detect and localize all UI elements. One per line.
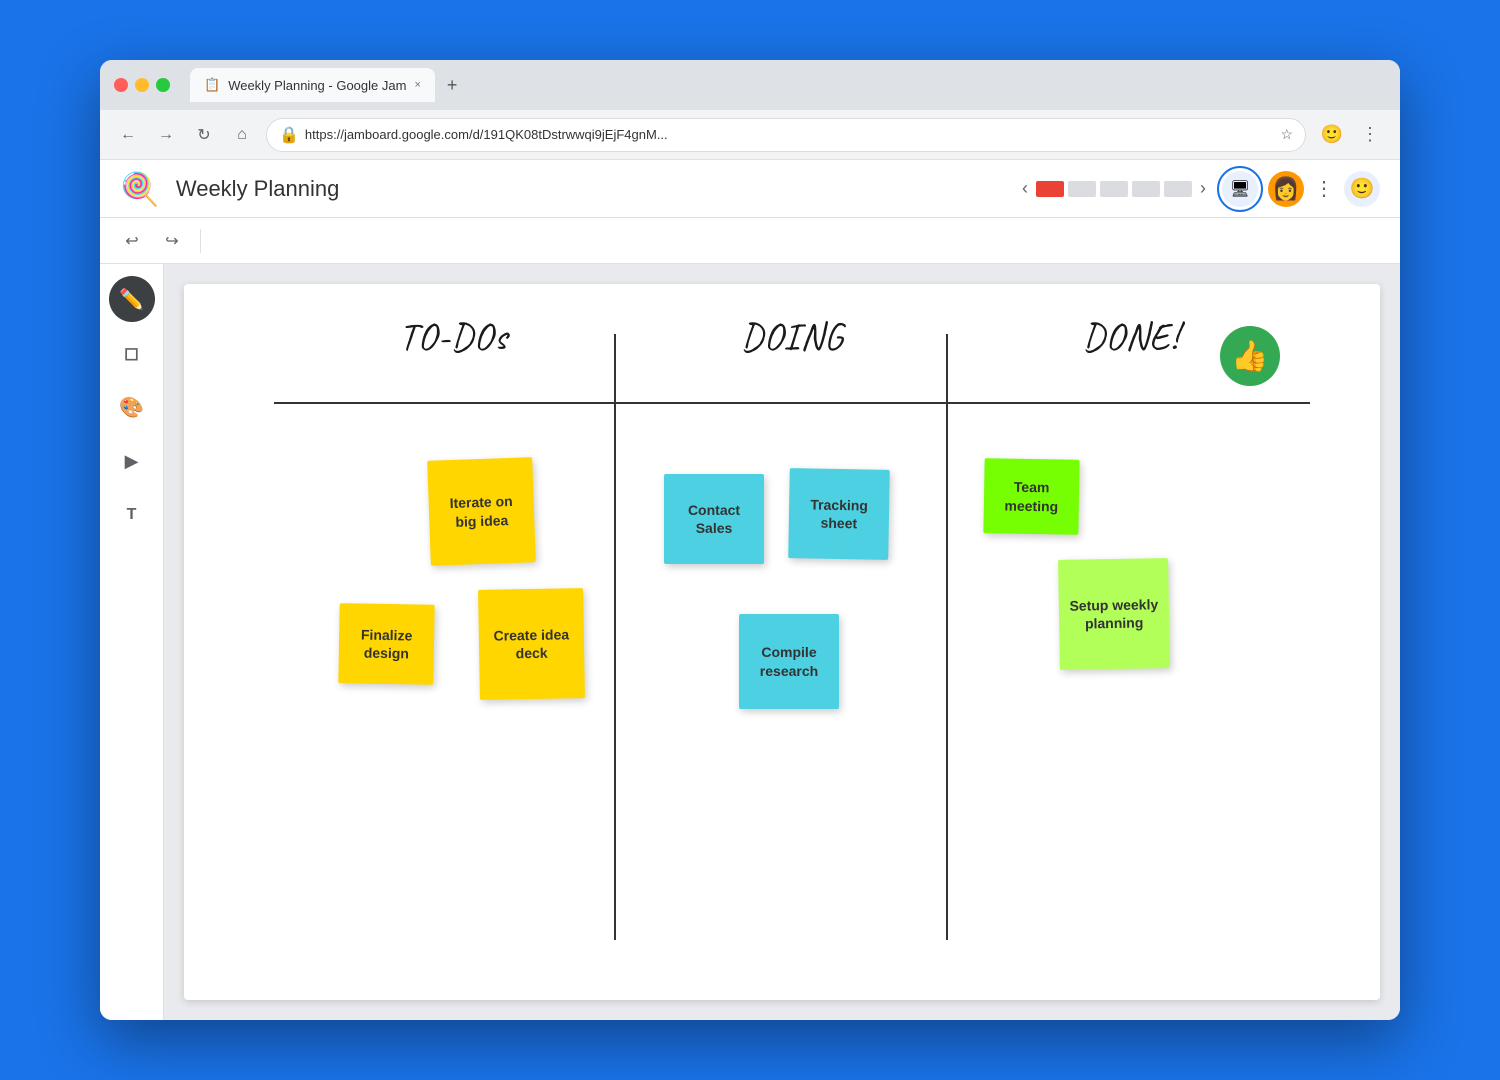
active-tab[interactable]: 📋 Weekly Planning - Google Jam ×	[190, 68, 435, 102]
vertical-divider-1	[614, 334, 616, 940]
left-toolbox: ✏️ ◻ 🎨 ▶ T	[100, 264, 164, 1020]
new-tab-button[interactable]: +	[439, 71, 466, 100]
eraser-tool-button[interactable]: ◻	[109, 330, 155, 376]
text-icon: T	[127, 506, 137, 524]
url-text: https://jamboard.google.com/d/191QK08tDs…	[305, 127, 668, 142]
app-header: 🍭 Weekly Planning ‹ › 🖥 👩 ⋮ 🙂	[100, 160, 1400, 218]
forward-button[interactable]: →	[152, 121, 180, 149]
app-logo: 🍭	[120, 170, 160, 208]
slide-dots	[1036, 181, 1192, 197]
presenter-button[interactable]: 🖥	[1222, 171, 1258, 207]
sticky-finalize[interactable]: Finalize design	[338, 603, 434, 685]
profile-button[interactable]: 🙂	[1316, 119, 1348, 151]
sticky-iterate[interactable]: Iterate on big idea	[427, 457, 536, 566]
prev-slide-button[interactable]: ‹	[1022, 178, 1028, 199]
maximize-window-button[interactable]	[156, 78, 170, 92]
doing-column-header: DOING	[623, 314, 962, 361]
sticky-contact[interactable]: Contact Sales	[664, 474, 764, 564]
undo-icon: ↩	[125, 231, 138, 251]
tab-close-button[interactable]: ×	[414, 79, 420, 91]
toolbar-divider	[200, 229, 201, 253]
slide-dot-1[interactable]	[1036, 181, 1064, 197]
slide-dot-4[interactable]	[1132, 181, 1160, 197]
reload-button[interactable]: ↻	[190, 121, 218, 149]
todo-column-header: TO-DOs	[284, 314, 623, 361]
toolbar: ↩ ↪	[100, 218, 1400, 264]
header-actions: 🖥 👩 ⋮ 🙂	[1222, 171, 1380, 207]
present-icon: 🖥	[1222, 171, 1258, 207]
vertical-divider-2	[946, 334, 948, 940]
select-tool-button[interactable]: ▶	[109, 438, 155, 484]
slide-dot-3[interactable]	[1100, 181, 1128, 197]
cursor-icon: ▶	[125, 451, 139, 472]
minimize-window-button[interactable]	[135, 78, 149, 92]
traffic-lights	[114, 78, 170, 92]
star-icon[interactable]: ☆	[1280, 126, 1293, 143]
browser-window: 📋 Weekly Planning - Google Jam × + ← → ↻…	[100, 60, 1400, 1020]
sticky-tracking[interactable]: Tracking sheet	[788, 468, 890, 560]
pen-icon: ✏️	[119, 287, 144, 312]
user-avatar[interactable]: 👩	[1268, 171, 1304, 207]
more-menu-button[interactable]: ⋮	[1314, 176, 1334, 201]
account-button[interactable]: 🙂	[1344, 171, 1380, 207]
address-bar: ← → ↻ ⌂ 🔒 https://jamboard.google.com/d/…	[100, 110, 1400, 160]
close-window-button[interactable]	[114, 78, 128, 92]
main-content: ✏️ ◻ 🎨 ▶ T TO-DOs DOING DONE!	[100, 264, 1400, 1020]
redo-button[interactable]: ↪	[156, 225, 188, 257]
pen-tool-button[interactable]: ✏️	[109, 276, 155, 322]
sticky-compile[interactable]: Compile research	[739, 614, 839, 709]
slide-dot-5[interactable]	[1164, 181, 1192, 197]
home-button[interactable]: ⌂	[228, 121, 256, 149]
color-icon: 🎨	[119, 395, 144, 420]
slide-nav: ‹ ›	[1022, 178, 1206, 199]
canvas-area: TO-DOs DOING DONE! 👍 Iterate on big idea	[164, 264, 1400, 1020]
eraser-icon: ◻	[124, 343, 139, 364]
tab-title: Weekly Planning - Google Jam	[228, 78, 406, 93]
kanban-headers: TO-DOs DOING DONE!	[284, 314, 1300, 361]
color-tool-button[interactable]: 🎨	[109, 384, 155, 430]
tab-bar: 📋 Weekly Planning - Google Jam × +	[190, 68, 465, 102]
sticky-team[interactable]: Team meeting	[983, 458, 1079, 535]
back-button[interactable]: ←	[114, 121, 142, 149]
tab-favicon: 📋	[204, 77, 220, 93]
horizontal-divider	[274, 402, 1310, 404]
whiteboard: TO-DOs DOING DONE! 👍 Iterate on big idea	[184, 284, 1380, 1000]
text-tool-button[interactable]: T	[109, 492, 155, 538]
thumbs-up-badge: 👍	[1220, 326, 1280, 386]
lock-icon: 🔒	[279, 125, 299, 145]
thumbs-up-icon: 👍	[1231, 339, 1268, 374]
browser-actions: 🙂 ⋮	[1316, 119, 1386, 151]
next-slide-button[interactable]: ›	[1200, 178, 1206, 199]
undo-button[interactable]: ↩	[116, 225, 148, 257]
sticky-setup[interactable]: Setup weekly planning	[1058, 558, 1170, 670]
app-title: Weekly Planning	[176, 176, 1006, 202]
sticky-create[interactable]: Create idea deck	[478, 588, 585, 700]
redo-icon: ↪	[165, 231, 178, 251]
url-bar[interactable]: 🔒 https://jamboard.google.com/d/191QK08t…	[266, 118, 1306, 152]
slide-dot-2[interactable]	[1068, 181, 1096, 197]
more-options-button[interactable]: ⋮	[1354, 119, 1386, 151]
title-bar: 📋 Weekly Planning - Google Jam × +	[100, 60, 1400, 110]
